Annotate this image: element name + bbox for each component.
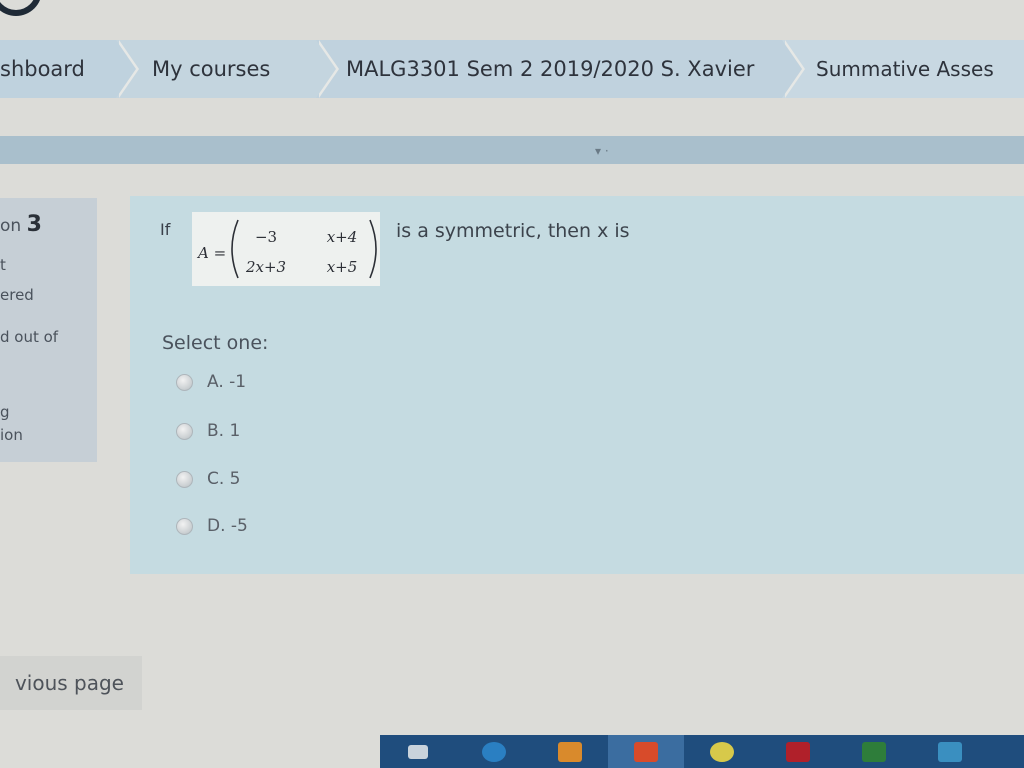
dropdown-indicator-icon[interactable]: ▾ · (595, 144, 609, 158)
breadcrumb-dashboard[interactable]: shboard (0, 40, 139, 98)
flag-question-label-2[interactable]: ion (0, 426, 23, 444)
top-logo-arc (0, 0, 42, 16)
breadcrumb: shboard My courses MALG3301 Sem 2 2019/2… (0, 40, 1024, 98)
store-icon[interactable] (532, 735, 608, 768)
mail-icon[interactable] (912, 735, 988, 768)
radio-button-icon[interactable] (176, 422, 193, 440)
question-content: If A = −3 x+4 2x+3 x+5 is a symmetric, t… (130, 196, 1024, 574)
matrix-symbol: A = (196, 244, 226, 262)
edge-icon[interactable] (456, 735, 532, 768)
question-lead: If (160, 220, 171, 239)
radio-button-icon[interactable] (176, 517, 193, 535)
question-marks: d out of (0, 328, 59, 346)
option-label: B. 1 (207, 421, 241, 441)
option-d[interactable]: D. -5 (176, 516, 248, 536)
option-c[interactable]: C. 5 (176, 469, 241, 489)
flag-question-label[interactable]: g (0, 403, 10, 421)
option-label: D. -5 (207, 516, 248, 536)
option-label: C. 5 (207, 469, 241, 489)
excel-icon[interactable] (836, 735, 912, 768)
previous-page-button[interactable]: vious page (0, 656, 142, 710)
breadcrumb-assessment[interactable]: Summative Asses (782, 40, 1024, 98)
right-paren (369, 219, 377, 279)
breadcrumb-course[interactable]: MALG3301 Sem 2 2019/2020 S. Xavier (316, 40, 805, 98)
question-text: is a symmetric, then x is (396, 220, 630, 242)
matrix-cell-12: x+4 (327, 228, 358, 246)
question-status-2: ered (0, 286, 34, 304)
matrix-cell-22: x+5 (327, 258, 358, 276)
page-header-bar: ▾ · (0, 136, 1024, 164)
task-view-icon[interactable] (380, 735, 456, 768)
question-status: t (0, 256, 6, 274)
option-b[interactable]: B. 1 (176, 421, 240, 441)
question-number: on 3 (0, 212, 42, 237)
breadcrumb-my-courses[interactable]: My courses (116, 40, 339, 98)
app-red-icon[interactable] (760, 735, 836, 768)
left-paren (231, 219, 239, 279)
option-a[interactable]: A. -1 (176, 372, 246, 392)
matrix-cell-11: −3 (255, 228, 277, 246)
chrome-icon[interactable] (684, 735, 760, 768)
office-icon[interactable] (608, 735, 684, 768)
taskbar (380, 735, 1024, 768)
radio-button-icon[interactable] (176, 470, 193, 488)
question-info-panel: on 3 t ered d out of g ion (0, 198, 97, 462)
select-one-label: Select one: (162, 332, 269, 354)
radio-button-icon[interactable] (176, 373, 193, 391)
matrix-equation: A = −3 x+4 2x+3 x+5 (192, 212, 380, 286)
option-label: A. -1 (207, 372, 247, 392)
matrix-cell-21: 2x+3 (245, 258, 286, 276)
